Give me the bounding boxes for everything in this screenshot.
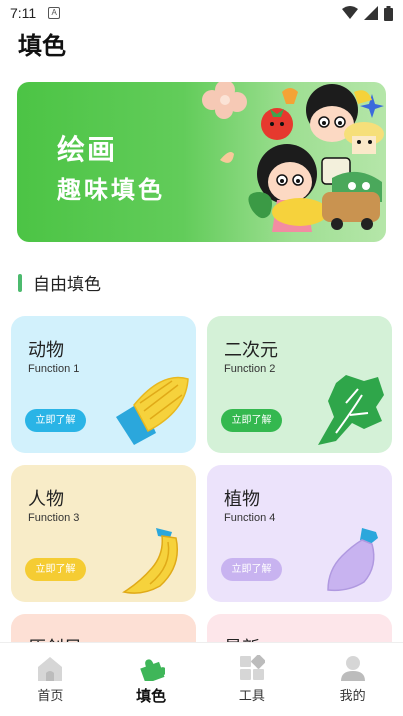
tab-profile[interactable]: 我的: [302, 643, 403, 716]
banner-subtitle: 趣味填色: [57, 176, 165, 204]
bottom-tab-bar: 首页 填色 工具 我的: [0, 642, 403, 716]
card-animals[interactable]: 动物 Function 1 立即了解: [11, 316, 196, 453]
card-title: 二次元: [224, 340, 278, 361]
learn-more-button[interactable]: 立即了解: [25, 409, 86, 432]
banana-icon: [122, 528, 178, 594]
signal-icon: [364, 6, 378, 20]
user-icon: [340, 656, 365, 681]
battery-icon: [384, 5, 393, 21]
status-bar: 7:11 A: [0, 0, 403, 26]
page-title: 填色: [18, 32, 66, 60]
learn-more-button[interactable]: 立即了解: [25, 558, 86, 581]
section-header: 自由填色: [18, 270, 101, 295]
tab-tools[interactable]: 工具: [202, 643, 303, 716]
flower-icon: [202, 82, 247, 119]
tab-label: 填色: [136, 687, 167, 705]
card-subtitle: Function 1: [28, 363, 80, 375]
section-title: 自由填色: [33, 275, 101, 295]
card-title: 植物: [224, 489, 260, 510]
lettuce-icon: [318, 375, 384, 445]
card-subtitle: Function 3: [28, 512, 80, 524]
card-subtitle: Function 4: [224, 512, 276, 524]
tab-label: 工具: [238, 689, 265, 704]
tab-label: 我的: [339, 689, 366, 704]
grid-icon: [239, 655, 265, 680]
learn-more-button[interactable]: 立即了解: [221, 409, 282, 432]
card-people[interactable]: 人物 Function 3 立即了解: [11, 465, 196, 602]
wifi-icon: [342, 6, 358, 19]
learn-more-button[interactable]: 立即了解: [221, 558, 282, 581]
home-icon: [38, 657, 63, 681]
eggplant-icon: [327, 528, 378, 592]
card-title: 动物: [28, 340, 64, 361]
banner-illustration: [202, 82, 384, 232]
banner[interactable]: 绘画 趣味填色: [17, 82, 386, 242]
tab-label: 首页: [37, 689, 64, 704]
status-icons: [342, 5, 393, 21]
section-accent-bar: [18, 273, 22, 292]
puzzle-icon: [140, 659, 166, 681]
card-anime[interactable]: 二次元 Function 2 立即了解: [207, 316, 392, 453]
card-title: 人物: [28, 489, 64, 510]
card-plants[interactable]: 植物 Function 4 立即了解: [207, 465, 392, 602]
banner-title: 绘画: [57, 133, 118, 166]
card-subtitle: Function 2: [224, 363, 276, 375]
notification-icon: A: [48, 7, 61, 19]
tab-coloring[interactable]: 填色: [101, 643, 202, 716]
corn-icon: [116, 376, 189, 445]
tab-home[interactable]: 首页: [0, 643, 101, 716]
status-time: 7:11: [10, 5, 37, 21]
